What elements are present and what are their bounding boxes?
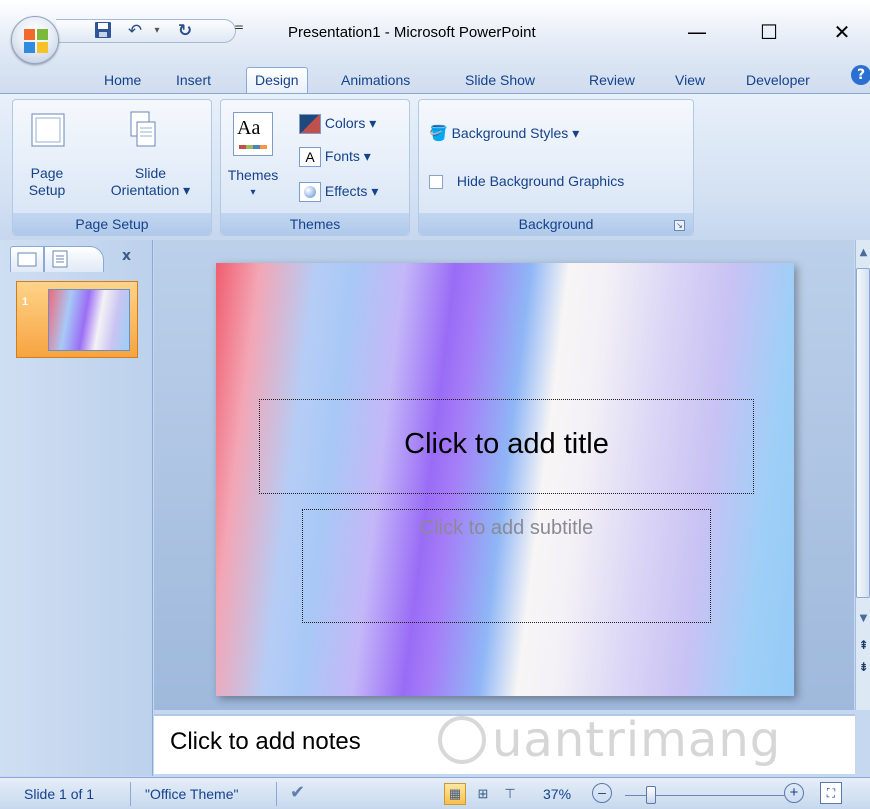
background-styles-button[interactable]: 🪣 Background Styles ▾ bbox=[429, 122, 579, 144]
themes-button[interactable]: Themes ▾ bbox=[227, 167, 279, 201]
slide-orientation-label-2: Orientation ▾ bbox=[110, 182, 191, 198]
watermark-bulb-icon bbox=[438, 716, 486, 764]
paint-bucket-icon: 🪣 bbox=[429, 125, 448, 142]
themes-group-label: Themes bbox=[221, 213, 409, 235]
effects-label: Effects ▾ bbox=[324, 183, 379, 199]
colors-label: Colors ▾ bbox=[324, 115, 377, 131]
fonts-label: Fonts ▾ bbox=[324, 148, 371, 164]
previous-slide-icon[interactable]: ⇞ bbox=[856, 636, 870, 654]
effects-icon bbox=[299, 182, 321, 203]
slide-orientation-icon[interactable] bbox=[125, 110, 159, 154]
zoom-out-button[interactable]: – bbox=[592, 783, 612, 803]
close-panel-button[interactable]: x bbox=[122, 248, 131, 264]
tab-slide-show[interactable]: Slide Show bbox=[465, 68, 535, 94]
page-setup-icon[interactable] bbox=[31, 112, 65, 152]
undo-dropdown-icon[interactable]: ▾ bbox=[146, 21, 168, 41]
tab-view[interactable]: View bbox=[675, 68, 705, 94]
colors-button[interactable]: Colors ▾ bbox=[299, 112, 377, 135]
scroll-up-icon[interactable]: ▲ bbox=[856, 244, 870, 262]
close-button[interactable]: ✕ bbox=[822, 16, 862, 48]
dialog-launcher-icon[interactable]: ↘ bbox=[674, 220, 685, 231]
colors-icon bbox=[299, 114, 321, 135]
slide-sorter-view-icon[interactable]: ⊞ bbox=[472, 783, 494, 805]
tab-developer[interactable]: Developer bbox=[746, 68, 810, 94]
fonts-icon: A bbox=[299, 147, 321, 168]
slides-tab-icon bbox=[17, 252, 37, 267]
office-logo-icon bbox=[24, 29, 48, 53]
page-setup-group: Page Setup Slide Orientation ▾ Page Setu… bbox=[12, 99, 212, 236]
fit-to-window-icon[interactable]: ⛶ bbox=[820, 782, 842, 804]
status-separator bbox=[276, 782, 277, 806]
title-placeholder-text: Click to add title bbox=[404, 428, 609, 460]
window-title: Presentation1 - Microsoft PowerPoint bbox=[288, 24, 536, 41]
maximize-button[interactable]: ☐ bbox=[749, 16, 789, 48]
normal-view-icon[interactable]: ▦ bbox=[444, 783, 466, 805]
effects-button[interactable]: Effects ▾ bbox=[299, 180, 379, 203]
hide-background-graphics-label: Hide Background Graphics bbox=[456, 173, 625, 189]
slide-count-status: Slide 1 of 1 bbox=[24, 786, 95, 802]
ribbon-tabs: Home Insert Design Animations Slide Show… bbox=[0, 60, 870, 96]
minimize-button[interactable]: — bbox=[677, 16, 717, 48]
background-group-label: Background bbox=[419, 213, 693, 235]
outline-tab-icon bbox=[52, 250, 68, 268]
status-separator bbox=[130, 782, 131, 806]
customize-qat-button[interactable]: = bbox=[234, 20, 244, 34]
help-icon[interactable]: ? bbox=[851, 65, 870, 85]
save-icon[interactable] bbox=[92, 21, 114, 41]
zoom-slider-thumb[interactable] bbox=[646, 786, 656, 804]
tab-review[interactable]: Review bbox=[589, 68, 635, 94]
office-button[interactable] bbox=[11, 16, 59, 64]
theme-name-status: "Office Theme" bbox=[145, 786, 239, 802]
slide-orientation-label-1: Slide bbox=[134, 165, 167, 181]
undo-icon[interactable]: ↶ bbox=[124, 21, 146, 41]
themes-dropdown-icon: ▾ bbox=[250, 187, 256, 198]
hide-background-graphics-checkbox[interactable]: Hide Background Graphics bbox=[429, 170, 624, 192]
title-bar: ↶ ▾ ↻ = Presentation1 - Microsoft PowerP… bbox=[0, 0, 870, 60]
slide-number: 1 bbox=[22, 296, 29, 308]
tab-slides[interactable] bbox=[10, 246, 44, 272]
zoom-level[interactable]: 37% bbox=[543, 786, 571, 802]
tab-outline[interactable] bbox=[44, 246, 104, 272]
spell-check-icon[interactable]: ✔ bbox=[290, 782, 305, 803]
tab-insert[interactable]: Insert bbox=[176, 68, 211, 94]
status-bar: Slide 1 of 1 "Office Theme" ✔ ▦ ⊞ ⊤ 37% … bbox=[0, 777, 870, 809]
page-setup-label-1: Page bbox=[30, 165, 64, 181]
tab-home[interactable]: Home bbox=[104, 68, 141, 94]
scrollbar-thumb[interactable] bbox=[856, 268, 870, 598]
slide-orientation-button[interactable]: Slide Orientation ▾ bbox=[93, 165, 208, 199]
watermark-text: uantrimang bbox=[492, 712, 782, 768]
themes-icon[interactable]: Aa bbox=[233, 112, 273, 156]
tab-animations[interactable]: Animations bbox=[341, 68, 410, 94]
quick-access-toolbar: ↶ ▾ ↻ bbox=[56, 19, 236, 43]
redo-icon[interactable]: ↻ bbox=[174, 21, 196, 41]
themes-label: Themes bbox=[227, 167, 279, 183]
next-slide-icon[interactable]: ⇟ bbox=[856, 658, 870, 676]
themes-icon-text: Aa bbox=[237, 117, 261, 139]
background-styles-label: Background Styles ▾ bbox=[451, 125, 580, 141]
zoom-in-button[interactable]: + bbox=[784, 783, 804, 803]
subtitle-placeholder-text: Click to add subtitle bbox=[419, 517, 594, 539]
notes-placeholder-text: Click to add notes bbox=[170, 728, 361, 755]
fonts-button[interactable]: A Fonts ▾ bbox=[299, 145, 371, 168]
ribbon: Page Setup Slide Orientation ▾ Page Setu… bbox=[0, 93, 870, 239]
scroll-down-icon[interactable]: ▼ bbox=[856, 610, 870, 628]
themes-group: Aa Themes ▾ Colors ▾ A Fonts ▾ Effects ▾… bbox=[220, 99, 410, 236]
checkbox-box bbox=[429, 175, 443, 190]
tab-design[interactable]: Design bbox=[246, 67, 308, 96]
page-setup-group-label: Page Setup bbox=[13, 213, 211, 235]
slide-show-view-icon[interactable]: ⊤ bbox=[499, 783, 521, 805]
panel-tabs: x bbox=[8, 246, 148, 272]
page-setup-button[interactable]: Page Setup bbox=[21, 165, 73, 199]
page-setup-label-2: Setup bbox=[28, 182, 66, 198]
slide-thumbnail[interactable] bbox=[48, 289, 130, 351]
background-group: 🪣 Background Styles ▾ Hide Background Gr… bbox=[418, 99, 694, 236]
